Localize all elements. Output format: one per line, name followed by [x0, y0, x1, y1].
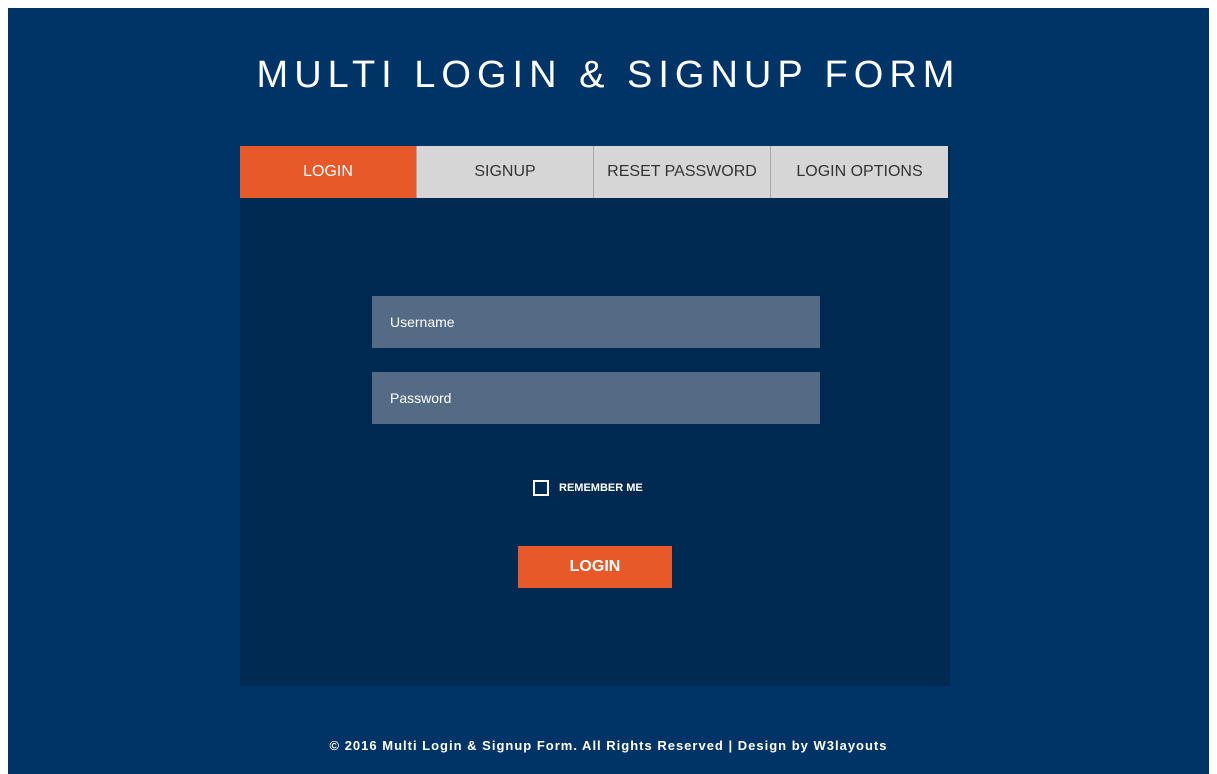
footer-text: © 2016 Multi Login & Signup Form. All Ri… — [329, 738, 888, 753]
tab-reset-password[interactable]: RESET PASSWORD — [594, 146, 771, 198]
page-title: MULTI LOGIN & SIGNUP FORM — [256, 54, 961, 96]
remember-me-label: REMEMBER ME — [559, 482, 643, 494]
tab-login[interactable]: LOGIN — [240, 146, 417, 198]
password-input[interactable] — [372, 372, 820, 424]
remember-me[interactable]: REMEMBER ME — [533, 480, 643, 496]
tab-signup[interactable]: SIGNUP — [417, 146, 594, 198]
login-button[interactable]: LOGIN — [518, 546, 672, 588]
tab-login-options[interactable]: LOGIN OPTIONS — [771, 146, 948, 198]
username-input[interactable] — [372, 296, 820, 348]
login-card: LOGIN SIGNUP RESET PASSWORD LOGIN OPTION… — [240, 146, 950, 686]
remember-me-checkbox[interactable] — [533, 480, 549, 496]
page-background: MULTI LOGIN & SIGNUP FORM LOGIN SIGNUP R… — [8, 8, 1209, 774]
tab-bar: LOGIN SIGNUP RESET PASSWORD LOGIN OPTION… — [240, 146, 948, 198]
